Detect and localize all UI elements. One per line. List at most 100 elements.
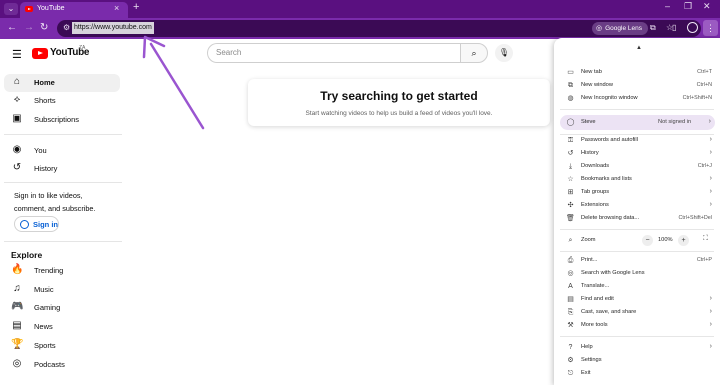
- menu-item-translate[interactable]: A Translate...: [554, 280, 720, 293]
- menu-item-cast-save-share[interactable]: ⎘ Cast, save, and share ›: [554, 306, 720, 319]
- tab-groups-icon: ⊞: [567, 189, 574, 196]
- new-window-icon: ⧉: [568, 82, 573, 89]
- sidebar-item-subscriptions[interactable]: ▣ Subscriptions: [4, 111, 120, 129]
- incognito-icon: ◍: [567, 95, 574, 102]
- country-code: ZA: [79, 45, 86, 51]
- annotation-arrow-shaft: [149, 42, 205, 130]
- microphone-icon: 🎙: [498, 48, 510, 57]
- reload-icon[interactable]: ↻: [40, 22, 48, 34]
- tab-youtube[interactable]: YouTube ×: [20, 2, 128, 18]
- chrome-menu-button[interactable]: ⋮: [703, 20, 718, 36]
- sidebar-item-history[interactable]: ↺ History: [4, 160, 120, 178]
- sidebar-item-you[interactable]: ◉ You: [4, 142, 120, 160]
- sidebar-item-sports[interactable]: 🏆 Sports: [4, 337, 120, 355]
- menu-item-print[interactable]: ⎙ Print... Ctrl+P: [554, 254, 720, 267]
- menu-item-label: Help: [581, 343, 593, 350]
- menu-item-new-incognito[interactable]: ◍ New Incognito window Ctrl+Shift+N: [554, 92, 720, 105]
- zoom-in-button[interactable]: +: [678, 235, 689, 246]
- sidebar-item-label: History: [34, 164, 58, 173]
- menu-item-history[interactable]: ↺ History ›: [554, 147, 720, 160]
- menu-item-label: Delete browsing data...: [581, 214, 640, 221]
- menu-item-label: Tab groups: [581, 188, 610, 195]
- minimize-icon[interactable]: –: [665, 1, 670, 11]
- chrome-main-menu: ▲ ▭ New tab Ctrl+T ⧉ New window Ctrl+N ◍…: [554, 38, 720, 385]
- site-info-icon[interactable]: ⚙: [63, 23, 70, 32]
- trash-icon: 🗑: [566, 215, 575, 222]
- zoom-level: 100%: [658, 237, 673, 243]
- menu-item-help[interactable]: ? Help ›: [554, 341, 720, 354]
- signin-prompt: Sign in to like videos, comment, and sub…: [14, 191, 96, 213]
- menu-item-new-window[interactable]: ⧉ New window Ctrl+N: [554, 79, 720, 92]
- back-icon[interactable]: ←: [7, 22, 17, 34]
- close-tab-icon[interactable]: ×: [114, 3, 119, 13]
- menu-profile-row[interactable]: ◯ Steve Not signed in ›: [560, 115, 715, 130]
- sidebar-item-news[interactable]: ▤ News: [4, 318, 120, 336]
- youtube-logo-icon[interactable]: [32, 48, 48, 59]
- sidebar-divider: [4, 182, 122, 183]
- zoom-out-button[interactable]: −: [642, 235, 653, 246]
- chevron-right-icon: ›: [709, 294, 712, 302]
- empty-feed-subtitle: Start watching videos to help us build a…: [305, 110, 493, 117]
- url-text[interactable]: https://www.youtube.com: [72, 22, 154, 34]
- sidebar-item-label: Podcasts: [34, 360, 65, 369]
- sidebar-item-home[interactable]: ⌂ Home: [4, 74, 120, 92]
- menu-item-label: Translate...: [581, 282, 610, 289]
- sidebar-item-label: News: [34, 322, 53, 331]
- sidebar-item-label: Sports: [34, 341, 56, 350]
- search-input[interactable]: Search: [207, 43, 460, 63]
- menu-item-delete-browsing-data[interactable]: 🗑 Delete browsing data... Ctrl+Shift+Del: [554, 212, 720, 225]
- menu-item-more-tools[interactable]: ⚒ More tools ›: [554, 319, 720, 332]
- search-icon: ⌕: [471, 48, 477, 58]
- podcasts-icon: ◎: [12, 358, 22, 369]
- key-icon: ⚿: [567, 137, 574, 144]
- fullscreen-icon[interactable]: ⛶: [703, 235, 708, 243]
- menu-item-bookmarks[interactable]: ☆ Bookmarks and lists ›: [554, 173, 720, 186]
- search-button[interactable]: ⌕: [460, 43, 488, 63]
- menu-item-google-lens[interactable]: ◎ Search with Google Lens: [554, 267, 720, 280]
- menu-item-extensions[interactable]: ✣ Extensions ›: [554, 199, 720, 212]
- sidebar-item-shorts[interactable]: ⟡ Shorts: [4, 92, 120, 110]
- menu-divider: [560, 336, 714, 337]
- gaming-icon: 🎮: [11, 301, 24, 312]
- tab-groups-icon[interactable]: ▯: [672, 22, 676, 34]
- menu-item-label: More tools: [581, 321, 608, 328]
- music-icon: ♫: [13, 283, 21, 294]
- address-bar[interactable]: ⚙ https://www.youtube.com ◎ Google Lens ⧉…: [57, 20, 701, 37]
- sidebar-divider: [4, 134, 122, 135]
- menu-item-passwords[interactable]: ⚿ Passwords and autofill ›: [554, 134, 720, 147]
- menu-item-exit[interactable]: ⎋ Exit: [554, 367, 720, 380]
- menu-item-tab-groups[interactable]: ⊞ Tab groups ›: [554, 186, 720, 199]
- shorts-icon: ⟡: [13, 94, 21, 105]
- translate-icon: A: [568, 283, 573, 290]
- new-tab-button[interactable]: +: [133, 1, 139, 13]
- sidebar-item-gaming[interactable]: 🎮 Gaming: [4, 299, 120, 317]
- maximize-icon[interactable]: ❐: [684, 1, 692, 12]
- google-lens-chip[interactable]: ◎ Google Lens: [592, 22, 648, 35]
- voice-search-button[interactable]: 🎙: [495, 44, 513, 62]
- menu-item-label: Exit: [581, 369, 591, 376]
- menu-item-label: Search with Google Lens: [581, 269, 645, 276]
- hamburger-menu-icon[interactable]: ☰: [12, 48, 22, 61]
- chevron-right-icon: ›: [709, 307, 712, 315]
- sidebar-item-music[interactable]: ♫ Music: [4, 281, 120, 299]
- sign-in-button[interactable]: Sign in: [14, 216, 59, 232]
- lens-chip-label: Google Lens: [605, 25, 642, 32]
- close-window-icon[interactable]: ✕: [703, 1, 711, 12]
- sidebar-item-podcasts[interactable]: ◎ Podcasts: [4, 356, 120, 374]
- profile-avatar-icon[interactable]: [687, 22, 698, 33]
- menu-item-label: History: [581, 149, 599, 156]
- menu-item-zoom: ⌕ Zoom: [554, 234, 720, 247]
- install-app-icon[interactable]: ⧉: [650, 23, 656, 33]
- profile-status: Not signed in: [658, 119, 692, 125]
- menu-item-new-tab[interactable]: ▭ New tab Ctrl+T: [554, 66, 720, 79]
- menu-item-settings[interactable]: ⚙ Settings: [554, 354, 720, 367]
- profile-name: Steve: [581, 119, 596, 125]
- menu-item-find-and-edit[interactable]: ▤ Find and edit ›: [554, 293, 720, 306]
- tab-search-button[interactable]: ⌄: [4, 3, 18, 15]
- sign-in-label: Sign in: [33, 220, 58, 229]
- forward-icon[interactable]: →: [24, 22, 34, 34]
- sidebar-item-trending[interactable]: 🔥 Trending: [4, 262, 120, 280]
- new-tab-icon: ▭: [567, 69, 574, 76]
- menu-item-downloads[interactable]: ⤓ Downloads Ctrl+J: [554, 160, 720, 173]
- menu-item-shortcut: Ctrl+N: [696, 81, 712, 88]
